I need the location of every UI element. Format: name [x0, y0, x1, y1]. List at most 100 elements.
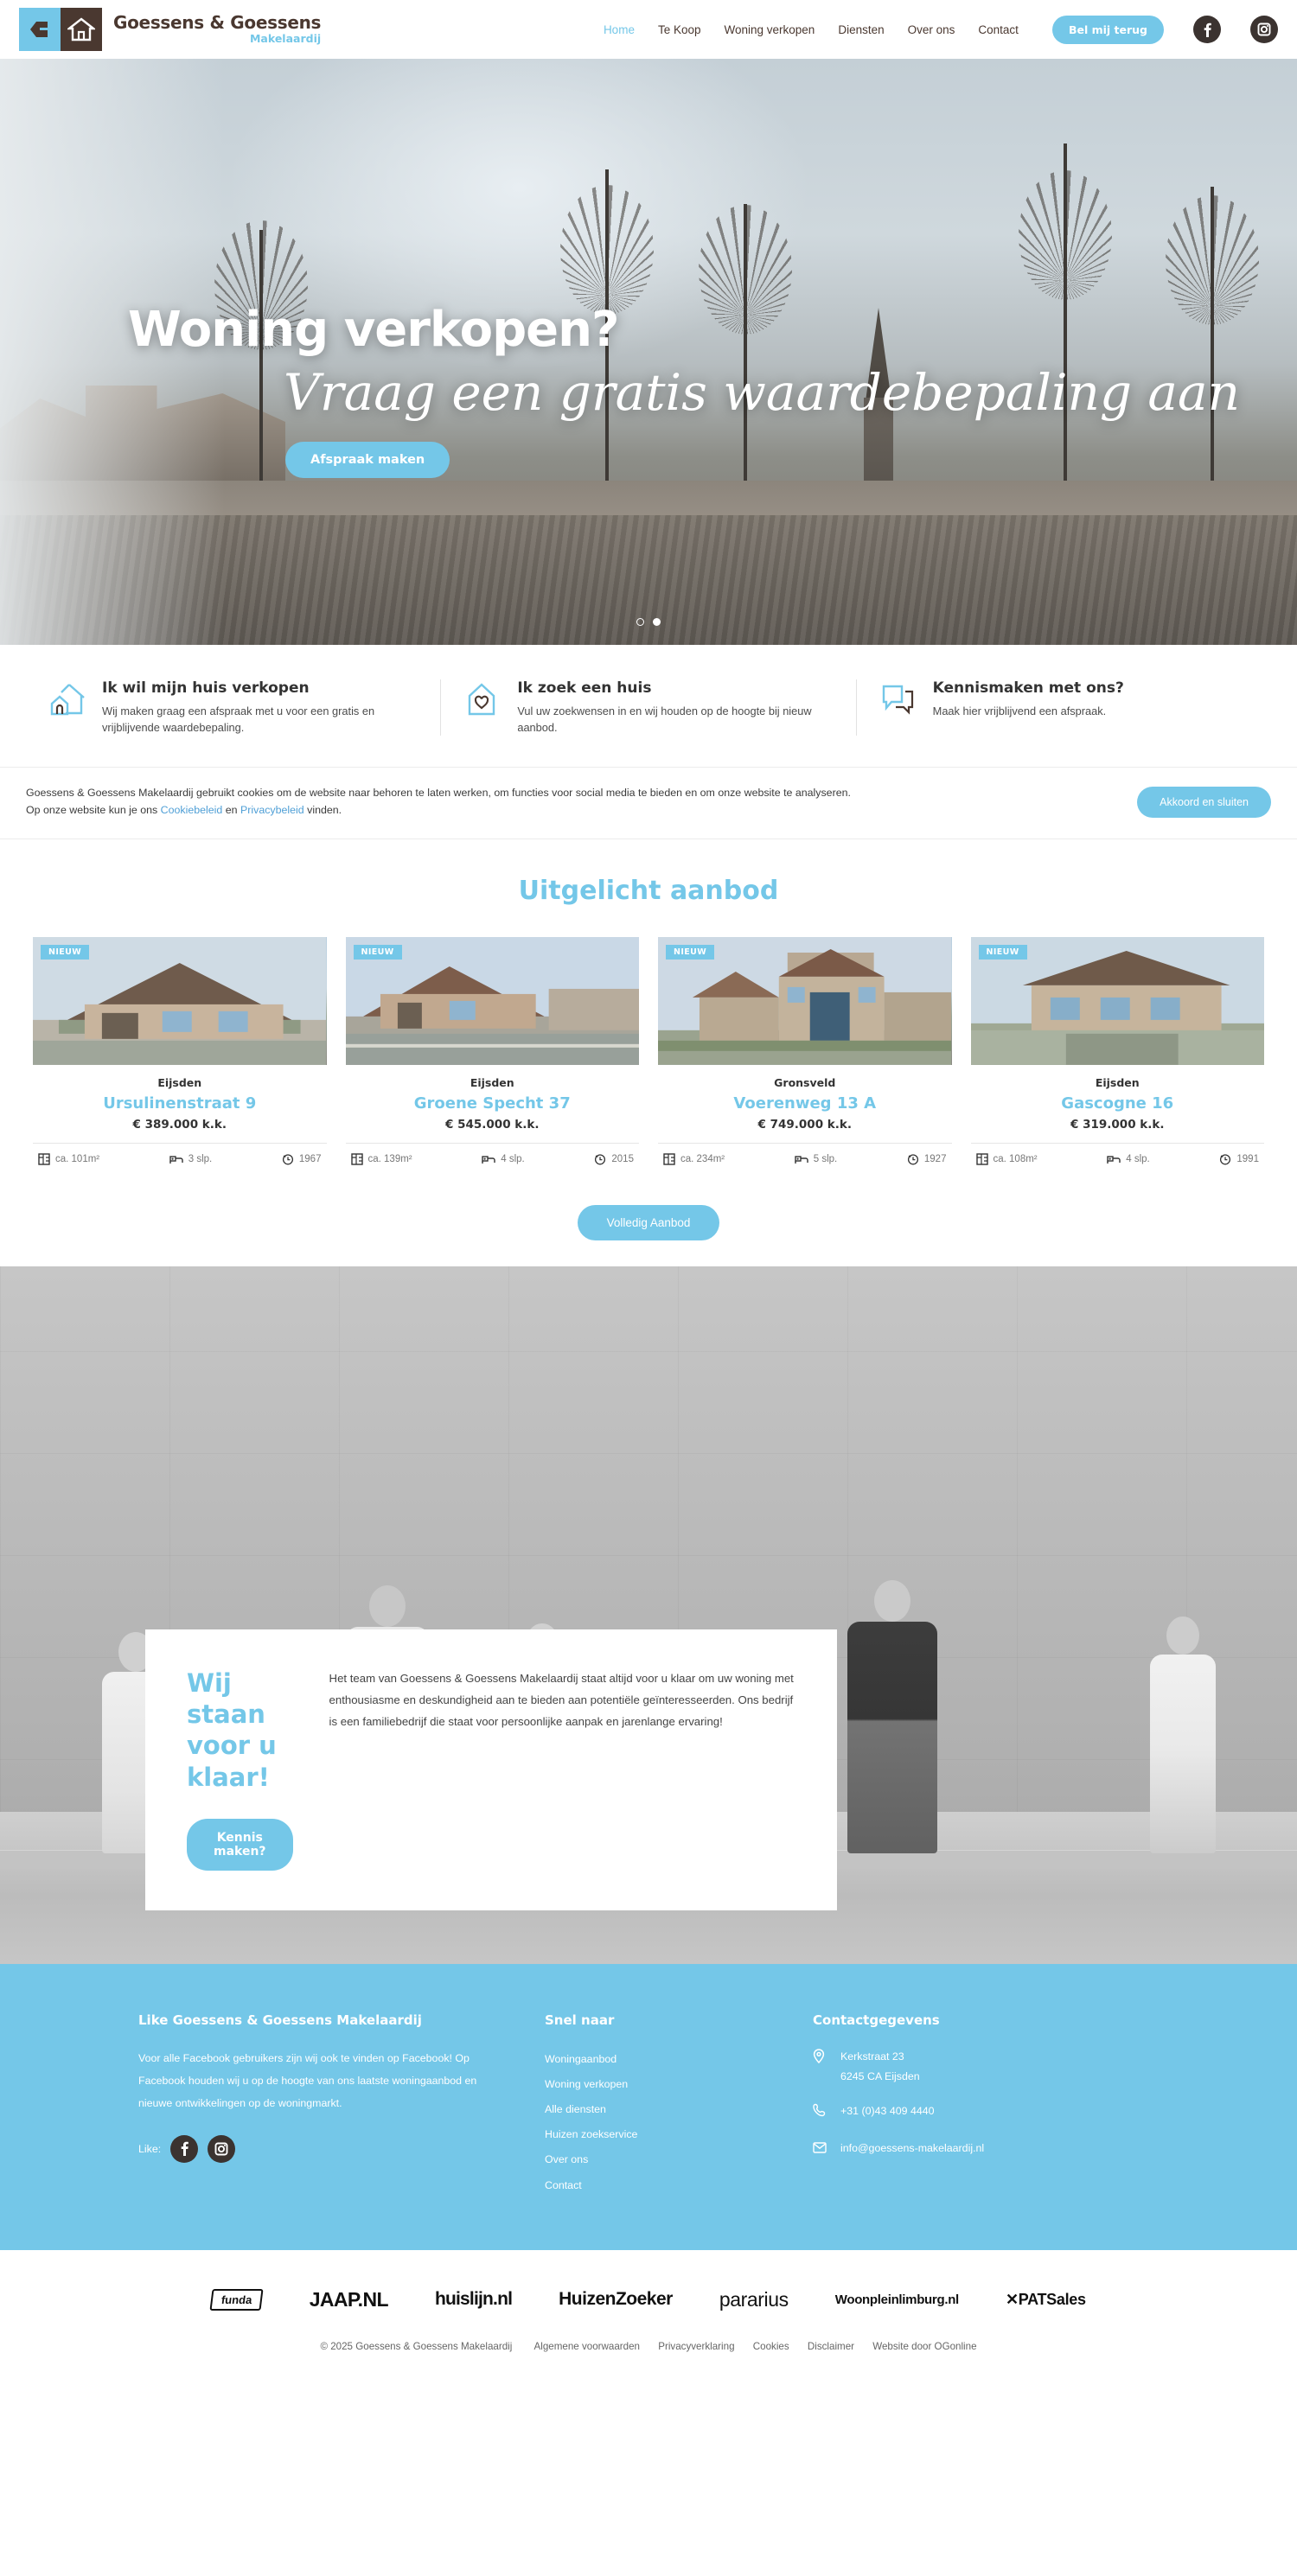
new-badge: NIEUW [978, 944, 1027, 960]
footer-phone[interactable]: +31 (0)43 409 4440 [813, 2101, 1124, 2125]
team-member [847, 1579, 937, 1853]
property-photo[interactable]: NIEUW [33, 936, 327, 1065]
logo-tagline: Makelaardij [249, 32, 322, 46]
team-body-text: Het team van Goessens & Goessens Makelaa… [329, 1671, 794, 1728]
property-card[interactable]: NIEUW Eijsden Gascogne 16 € 319.000 k.k. [970, 936, 1265, 1165]
carousel-dot-2[interactable] [653, 618, 661, 626]
floorplan-icon [350, 1153, 363, 1165]
team-intro-card: Wij staan voor u klaar! Kennis maken? He… [145, 1629, 837, 1910]
hero-subtitle: Vraag een gratis waardebepaling aan [284, 363, 1240, 422]
copyright-link-disclaimer[interactable]: Disclaimer [808, 2341, 854, 2352]
bed-icon [482, 1156, 495, 1164]
nav-item-woning-verkopen[interactable]: Woning verkopen [725, 23, 815, 36]
feature-meet-us[interactable]: Kennismaken met ons? Maak hier vrijblijv… [855, 679, 1271, 736]
property-specs: ca. 101m² 3 slp. 1967 [33, 1142, 327, 1165]
offers-heading: Uitgelicht aanbod [518, 875, 779, 906]
partner-logo-huislijn[interactable]: huislijn.nl [435, 2289, 513, 2310]
copyright-link-privacy[interactable]: Privacyverklaring [658, 2341, 734, 2352]
instagram-icon[interactable] [208, 2134, 236, 2163]
footer-link-woningaanbod[interactable]: Woningaanbod [545, 2047, 778, 2072]
footer-link-huizen-zoekservice[interactable]: Huizen zoekservice [545, 2122, 778, 2147]
nav-item-home[interactable]: Home [604, 23, 635, 36]
nav-item-over-ons[interactable]: Over ons [908, 23, 955, 36]
get-to-know-button[interactable]: Kennis maken? [187, 1818, 293, 1871]
footer-email[interactable]: info@goessens-makelaardij.nl [813, 2139, 1124, 2161]
nav-item-diensten[interactable]: Diensten [838, 23, 884, 36]
copyright-link-website-by[interactable]: Website door OGonline [872, 2341, 976, 2352]
cookie-text: Goessens & Goessens Makelaardij gebruikt… [26, 785, 856, 818]
footer-links: Woningaanbod Woning verkopen Alle dienst… [545, 2047, 778, 2198]
footer-address-line-1: Kerkstraat 23 [840, 2050, 904, 2063]
footer-col2-title: Snel naar [545, 2012, 615, 2028]
footer-link-woning-verkopen[interactable]: Woning verkopen [545, 2072, 778, 2097]
floorplan-icon [663, 1153, 675, 1165]
feature-search-house[interactable]: Ik zoek een huis Vul uw zoekwensen in en… [440, 679, 855, 736]
facebook-icon[interactable] [1193, 16, 1221, 43]
footer-col3-title: Contactgegevens [813, 2012, 940, 2028]
cookie-text-part-1: Goessens & Goessens Makelaardij gebruikt… [26, 787, 851, 816]
hero-carousel: Woning verkopen? Vraag een gratis waarde… [0, 59, 1297, 645]
facebook-icon[interactable] [170, 2134, 199, 2163]
call-me-back-button[interactable]: Bel mij terug [1051, 15, 1164, 44]
team-member [1150, 1616, 1216, 1853]
map-pin-icon [813, 2047, 828, 2071]
partner-logo-jaap[interactable]: JAAP.NL [310, 2288, 389, 2311]
partner-logo-huizenzoeker[interactable]: HuizenZoeker [559, 2289, 673, 2310]
property-photo[interactable]: NIEUW [970, 936, 1264, 1065]
new-badge: NIEUW [41, 944, 90, 960]
cookie-banner: Goessens & Goessens Makelaardij gebruikt… [0, 768, 1297, 839]
property-photo[interactable]: NIEUW [658, 936, 952, 1065]
feature-sell-house[interactable]: Ik wil mijn huis verkopen Wij maken graa… [26, 679, 440, 736]
property-card[interactable]: NIEUW Eijsden Groene Specht 37 € 545.000… [345, 936, 640, 1165]
privacy-policy-link[interactable]: Privacybeleid [240, 804, 304, 816]
property-address[interactable]: Groene Specht 37 [346, 1094, 640, 1113]
property-city: Eijsden [470, 1075, 514, 1089]
team-heading-line-2: voor u klaar! [187, 1731, 277, 1792]
property-card[interactable]: NIEUW Eijsden Ursulinenstraat 9 € 389.00… [33, 936, 327, 1165]
property-price: € 319.000 k.k. [1070, 1117, 1165, 1132]
footer-col1-title: Like Goessens & Goessens Makelaardij [138, 2012, 422, 2028]
accept-cookies-button[interactable]: Akkoord en sluiten [1137, 786, 1271, 818]
partner-logos: funda JAAP.NL huislijn.nl HuizenZoeker p… [0, 2249, 1297, 2334]
mail-icon [813, 2139, 828, 2161]
nav-item-te-koop[interactable]: Te Koop [658, 23, 701, 36]
property-specs: ca. 108m² 4 slp. 1991 [970, 1142, 1264, 1165]
carousel-dot-1[interactable] [636, 618, 644, 626]
floorplan-icon [38, 1153, 50, 1165]
footer-link-over-ons[interactable]: Over ons [545, 2147, 778, 2172]
partner-logo-funda[interactable]: funda [209, 2288, 265, 2311]
logo[interactable]: Goessens & Goessens Makelaardij [19, 8, 321, 51]
floorplan-icon [975, 1153, 988, 1165]
property-photo[interactable]: NIEUW [345, 936, 639, 1065]
property-address[interactable]: Gascogne 16 [971, 1094, 1265, 1113]
spec-bedrooms: 4 slp. [482, 1154, 525, 1164]
partner-logo-patsales[interactable]: ✕PATSales [1006, 2291, 1086, 2309]
footer-link-contact[interactable]: Contact [545, 2173, 778, 2198]
cookie-policy-link[interactable]: Cookiebeleid [161, 804, 223, 816]
nav-item-contact[interactable]: Contact [978, 23, 1019, 36]
full-offer-button[interactable]: Volledig Aanbod [577, 1204, 720, 1240]
spec-area: ca. 108m² [975, 1153, 1038, 1165]
make-appointment-button[interactable]: Afspraak maken [285, 441, 450, 478]
footer-address: Kerkstraat 23 6245 CA Eijsden [813, 2047, 1124, 2088]
hero-title: Woning verkopen? [128, 302, 620, 358]
footer-link-alle-diensten[interactable]: Alle diensten [545, 2097, 778, 2122]
bed-icon [795, 1156, 808, 1164]
property-address[interactable]: Voerenweg 13 A [658, 1094, 952, 1113]
copyright-link-terms[interactable]: Algemene voorwaarden [534, 2341, 640, 2352]
copyright-link-cookies[interactable]: Cookies [753, 2341, 789, 2352]
copyright-text: © 2025 Goessens & Goessens Makelaardij [320, 2340, 513, 2352]
property-card[interactable]: NIEUW Gronsveld Voerenweg 13 A € 749.000… [658, 936, 952, 1165]
copyright-bar: © 2025 Goessens & Goessens Makelaardij A… [0, 2333, 1297, 2378]
property-city: Eijsden [1095, 1075, 1140, 1089]
partner-logo-pararius[interactable]: pararius [719, 2288, 789, 2311]
spec-year: 2015 [594, 1153, 634, 1165]
house-outline-icon [48, 679, 86, 722]
site-footer: Like Goessens & Goessens Makelaardij Voo… [0, 1963, 1297, 2250]
property-address[interactable]: Ursulinenstraat 9 [33, 1094, 327, 1113]
instagram-icon[interactable] [1250, 16, 1278, 43]
partner-logo-woonpleinlimburg[interactable]: Woonpleinlimburg.nl [835, 2292, 959, 2307]
featured-offers-section: Uitgelicht aanbod NIEUW Eijsden Ursuline… [0, 838, 1297, 1174]
team-heading-line-1: Wij staan [187, 1667, 265, 1730]
site-header: Goessens & Goessens Makelaardij Home Te … [0, 0, 1297, 59]
